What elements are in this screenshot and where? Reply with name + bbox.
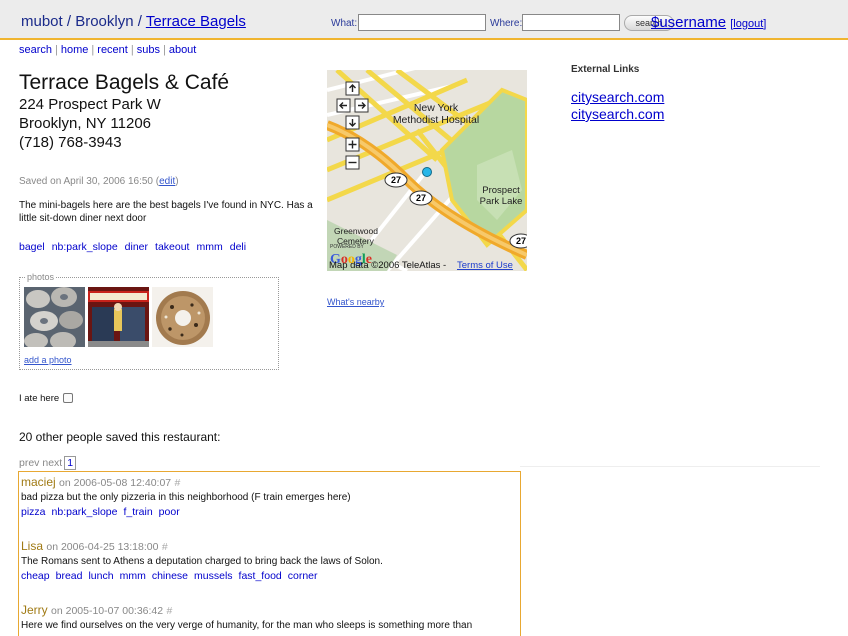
breadcrumb-terrace-bagels[interactable]: Terrace Bagels <box>146 13 246 30</box>
nav-home[interactable]: home <box>61 44 89 56</box>
comments-list: maciej on 2006-05-08 12:40:07 # bad pizz… <box>18 471 521 636</box>
restaurant-phone: (718) 768-3943 <box>19 134 122 151</box>
map-route-label: 27 <box>416 193 426 203</box>
comment-date: on 2005-10-07 00:36:42 <box>51 605 164 617</box>
comment-user-link[interactable]: Jerry <box>21 603 48 617</box>
map-label-cemetery-1: Greenwood <box>334 226 378 236</box>
restaurant-description: The mini-bagels here are the best bagels… <box>19 200 313 224</box>
comment-user-link[interactable]: maciej <box>21 475 56 489</box>
breadcrumb-mubot[interactable]: mubot <box>21 13 63 30</box>
nav-about[interactable]: about <box>169 44 197 56</box>
tag-link[interactable]: pizza <box>21 506 46 518</box>
what-label: What: <box>331 18 358 29</box>
breadcrumb-separator: / <box>137 13 142 30</box>
what-input[interactable] <box>358 14 486 31</box>
photo-thumbnail-storefront[interactable] <box>88 287 149 347</box>
photo-thumbnail-bagels[interactable] <box>24 287 85 347</box>
tag-link[interactable]: deli <box>230 241 246 253</box>
comment-tags: cheap bread lunch mmm chinese mussels fast_foo… <box>21 570 519 582</box>
tag-link[interactable]: chinese <box>152 570 188 582</box>
restaurant-name: Terrace Bagels & Café <box>19 71 230 94</box>
map-label-lake-2: Park Lake <box>480 196 523 207</box>
tag-link[interactable]: bread <box>56 570 83 582</box>
photos-box: photos add a photo <box>19 272 279 370</box>
comment-text: Here we find ourselves on the very verge… <box>21 620 473 631</box>
map[interactable]: 27 27 27 New York Methodist Hospital Pro… <box>327 70 527 271</box>
photo-thumbnail-bagel[interactable] <box>152 287 213 347</box>
ate-here-label: I ate here <box>19 393 60 404</box>
next-link[interactable]: next <box>42 457 62 469</box>
ate-here-checkbox[interactable] <box>63 393 74 403</box>
restaurant-tags: bagel nb:park_slope diner takeout mmm deli <box>19 241 253 253</box>
tag-link[interactable]: cheap <box>21 570 50 582</box>
map-route-label: 27 <box>391 175 401 185</box>
username-link[interactable]: $username <box>651 14 726 31</box>
others-saved-heading: 20 other people saved this restaurant: <box>19 430 221 444</box>
tag-link[interactable]: lunch <box>88 570 113 582</box>
where-input[interactable] <box>522 14 620 31</box>
tag-link[interactable]: bagel <box>19 241 45 253</box>
comment-date: on 2006-04-25 13:18:00 <box>46 541 159 553</box>
add-photo-link[interactable]: add a photo <box>24 355 72 365</box>
breadcrumb: mubot / Brooklyn / Terrace Bagels <box>21 13 246 30</box>
terms-of-use-link[interactable]: Terms of Use <box>457 260 513 271</box>
ate-here-row: I ate here <box>19 393 74 404</box>
whats-nearby-link[interactable]: What's nearby <box>327 297 384 307</box>
comment-date: on 2006-05-08 12:40:07 <box>59 477 172 489</box>
map-label-hospital-1: New York <box>414 102 459 114</box>
comment-user-link[interactable]: Lisa <box>21 539 43 553</box>
tag-link[interactable]: corner <box>288 570 318 582</box>
nav-subs[interactable]: subs <box>137 44 160 56</box>
tag-link[interactable]: poor <box>159 506 180 518</box>
tag-link[interactable]: diner <box>125 241 148 253</box>
breadcrumb-separator: / <box>66 13 72 30</box>
tag-link[interactable]: mussels <box>194 570 233 582</box>
nav-search[interactable]: search <box>19 44 52 56</box>
map-route-label: 27 <box>516 236 526 246</box>
restaurant-city: Brooklyn, NY 11206 <box>19 115 152 132</box>
external-link-citysearch[interactable]: citysearch.com <box>571 106 664 122</box>
map-label-hospital-2: Methodist Hospital <box>393 114 479 126</box>
permalink-icon[interactable]: # <box>174 477 180 489</box>
top-bar: mubot / Brooklyn / Terrace Bagels What: … <box>0 0 848 40</box>
page-1-link[interactable]: 1 <box>64 456 77 470</box>
tag-link[interactable]: mmm <box>196 241 222 253</box>
photos-legend: photos <box>25 272 57 282</box>
saved-date: Saved on April 30, 2006 16:50 (edit) <box>19 176 179 187</box>
breadcrumb-brooklyn[interactable]: Brooklyn <box>75 13 133 30</box>
main-nav: search | home | recent | subs | about <box>19 44 197 56</box>
comment-item: Lisa on 2006-04-25 13:18:00 # The Romans… <box>21 539 519 582</box>
saved-on-text: Saved on April 30, 2006 16:50 <box>19 176 153 187</box>
permalink-icon[interactable]: # <box>166 605 172 617</box>
map-copyright: Map data ©2006 TeleAtlas - <box>329 260 446 271</box>
tag-link[interactable]: nb:park_slope <box>52 241 118 253</box>
external-links-title: External Links <box>571 64 640 75</box>
tag-link[interactable]: f_train <box>123 506 152 518</box>
comment-item: maciej on 2006-05-08 12:40:07 # bad pizz… <box>21 475 519 518</box>
logout-link[interactable]: logout <box>733 18 763 30</box>
external-link-citysearch[interactable]: citysearch.com <box>571 89 664 105</box>
comment-item: Jerry on 2005-10-07 00:36:42 # Here we f… <box>21 603 519 631</box>
map-canvas: 27 27 27 New York Methodist Hospital Pro… <box>327 70 527 271</box>
location-marker-icon[interactable] <box>422 167 432 177</box>
user-area: $username [logout] <box>651 14 767 31</box>
prev-link[interactable]: prev <box>19 457 39 469</box>
tag-link[interactable]: fast_food <box>239 570 282 582</box>
tag-link[interactable]: nb:park_slope <box>52 506 118 518</box>
comment-tags: pizza nb:park_slope f_train poor <box>21 506 519 518</box>
map-label-lake-1: Prospect <box>482 185 520 196</box>
divider <box>520 466 820 467</box>
powered-by: POWERED BY <box>330 244 365 250</box>
where-label: Where: <box>490 18 523 29</box>
comment-text: The Romans sent to Athens a deputation c… <box>21 556 383 567</box>
tag-link[interactable]: takeout <box>155 241 189 253</box>
permalink-icon[interactable]: # <box>162 541 168 553</box>
restaurant-street: 224 Prospect Park W <box>19 96 161 113</box>
edit-link[interactable]: edit <box>159 176 175 187</box>
pager: prev next 1 <box>19 456 77 470</box>
comment-text: bad pizza but the only pizzeria in this … <box>21 492 351 503</box>
tag-link[interactable]: mmm <box>120 570 146 582</box>
nav-recent[interactable]: recent <box>97 44 128 56</box>
